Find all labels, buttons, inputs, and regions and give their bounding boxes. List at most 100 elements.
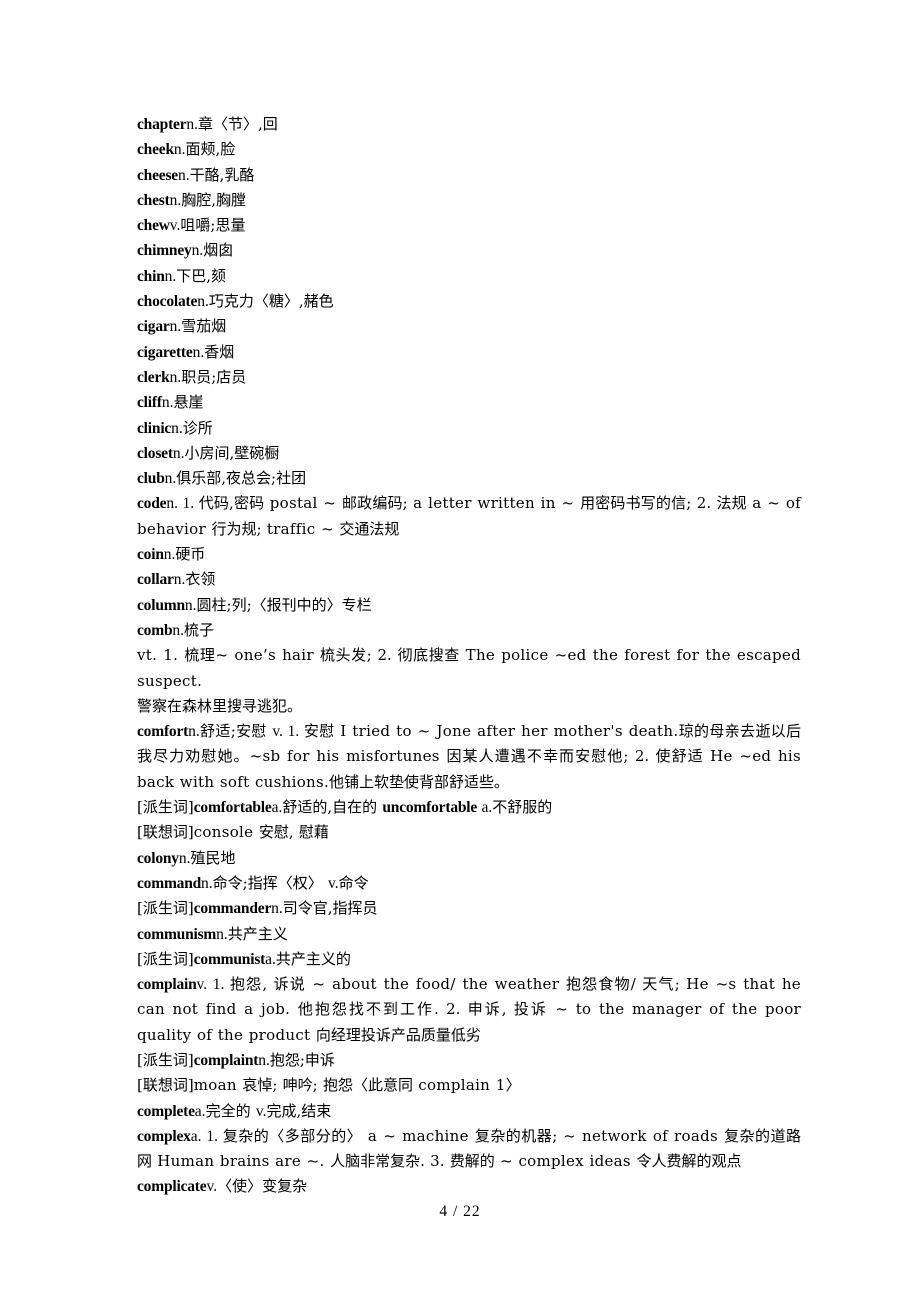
dictionary-entry: chocolaten.巧克力〈糖〉,赭色 [137,289,801,314]
chinese-gloss: 面颊,脸 [185,140,236,159]
headword: complain [137,976,197,994]
dictionary-entry: closetn.小房间,壁碗橱 [137,441,801,466]
headword: clerk [137,368,170,386]
part-of-speech: a. [477,799,493,817]
dictionary-entry: cheekn.面颊,脸 [137,137,801,162]
headword: chocolate [137,293,198,311]
entry-tag: [派生词] [137,1050,194,1069]
headword: comb [137,621,173,639]
english-example: moan [193,1076,243,1095]
english-example: ~sb for his misfortunes [249,747,447,766]
part-of-speech: v. 1. [196,976,230,994]
part-of-speech: n. [169,191,182,209]
part-of-speech: n. [184,596,197,614]
part-of-speech: n. [164,470,177,488]
chinese-gloss: 向经理投诉产品质量低劣 [315,1025,481,1044]
headword: colony [137,849,179,867]
chinese-gloss: 舒适的,自在的 [282,798,383,817]
entry-tag: [联想词] [137,1076,194,1095]
english-example: vt. 1. [137,646,185,665]
page-footer: 4 / 22 [0,1203,920,1221]
dictionary-entry: [派生词]comfortablea.舒适的,自在的 uncomfortable … [137,795,801,820]
part-of-speech: n. [271,900,283,918]
chinese-gloss: 安慰, 慰藉 [258,823,329,842]
part-of-speech: n. [201,874,213,892]
part-of-speech: n. [173,571,186,589]
chinese-gloss: 行为规; [211,519,267,538]
part-of-speech: n. [178,849,191,867]
chinese-gloss: 抱怨;申诉 [269,1050,335,1069]
part-of-speech: v. [328,874,339,892]
headword: column [137,596,185,614]
english-example: ~ network of roads [563,1126,725,1145]
dictionary-entry: complexa. 1. 复杂的〈多部分的〉 a ~ machine 复杂的机器… [137,1124,801,1175]
part-of-speech: n. [164,267,177,285]
chinese-gloss: 干酪,乳酪 [189,165,255,184]
headword: cheek [137,141,174,159]
dictionary-entry: coden. 1. 代码,密码 postal ~ 邮政编码; a letter … [137,491,801,542]
part-of-speech: a. [265,950,276,968]
headword: cheese [137,166,178,184]
chinese-gloss: 衣领 [185,570,216,589]
chinese-gloss: 〉 [505,1076,521,1095]
headword: comfort [137,723,189,741]
headword: complex [137,1127,191,1145]
part-of-speech: n. [186,116,199,133]
chinese-gloss: 邮政编码; [341,494,414,513]
chinese-gloss: 职员;店员 [181,367,247,386]
dictionary-entry: cigaretten.香烟 [137,340,801,365]
headword: coin [137,546,164,564]
part-of-speech: n. [161,394,174,412]
english-example: traffic ~ [266,519,340,538]
chinese-gloss: 交通法规 [339,519,400,538]
dictionary-entry: complicatev.〈使〉变复杂 [137,1174,801,1199]
chinese-gloss: 复杂的机器; [474,1126,564,1145]
chinese-gloss: 悬崖 [173,393,204,412]
headword: cigar [137,318,170,336]
chinese-gloss: 安慰 [303,722,341,741]
chinese-gloss: 完成,结束 [266,1101,332,1120]
headword: chin [137,267,165,285]
dictionary-entry: cliffn.悬崖 [137,390,801,415]
part-of-speech: n. [258,1051,270,1069]
dictionary-entry: cigarn.雪茄烟 [137,314,801,339]
headword: chest [137,191,170,209]
chinese-gloss: 抱怨, 诉说 [229,975,313,994]
english-example: console [193,823,259,842]
part-of-speech: v. [206,1178,218,1196]
english-example: ~ complex ideas [500,1152,637,1171]
headword: closet [137,444,173,462]
dictionary-entry: collarn.衣领 [137,567,801,592]
headword: uncomfortable [382,799,478,817]
headword: chew [137,217,170,235]
part-of-speech: n. [177,166,190,184]
dictionary-entry: chewv.咀嚼;思量 [137,213,801,238]
chinese-gloss: 命令 [338,873,369,892]
headword: club [137,470,165,488]
chinese-gloss: 共产主义的 [275,949,351,968]
dictionary-entry: 警察在森林里搜寻逃犯。 [137,694,801,719]
chinese-gloss: 硬币 [175,545,206,564]
chinese-gloss: 小房间,壁碗橱 [184,443,280,462]
part-of-speech: v. [169,217,181,235]
part-of-speech: n. [191,242,204,260]
part-of-speech: n. [163,546,176,564]
dictionary-entry: [联想词]moan 哀悼; 呻吟; 抱怨〈此意同 complain 1〉 [137,1073,801,1098]
headword: cigarette [137,343,193,361]
english-example: a letter written in ~ [413,494,581,513]
chinese-gloss: 警察在森林里搜寻逃犯。 [137,696,303,715]
chinese-gloss: 俱乐部,夜总会;社团 [176,469,307,488]
chinese-gloss: 香烟 [204,342,235,361]
part-of-speech: v. [255,1102,267,1120]
dictionary-entry: chimneyn.烟囱 [137,238,801,263]
part-of-speech: n. [216,925,228,943]
part-of-speech: n. [197,293,209,311]
document-body: chaptern.章〈节〉,回 cheekn.面颊,脸 cheesen.干酪,乳酪 c… [137,112,801,1200]
dictionary-entry: combn.梳子 [137,618,801,643]
dictionary-entry: clinicn.诊所 [137,416,801,441]
dictionary-entry: cheesen.干酪,乳酪 [137,163,801,188]
english-example: complain 1 [418,1076,506,1095]
english-example: a ~ machine [367,1126,475,1145]
dictionary-entry: comfortn.舒适;安慰 v. 1. 安慰 I tried to ~ Jon… [137,719,801,795]
chinese-gloss: 下巴,颏 [176,266,227,285]
